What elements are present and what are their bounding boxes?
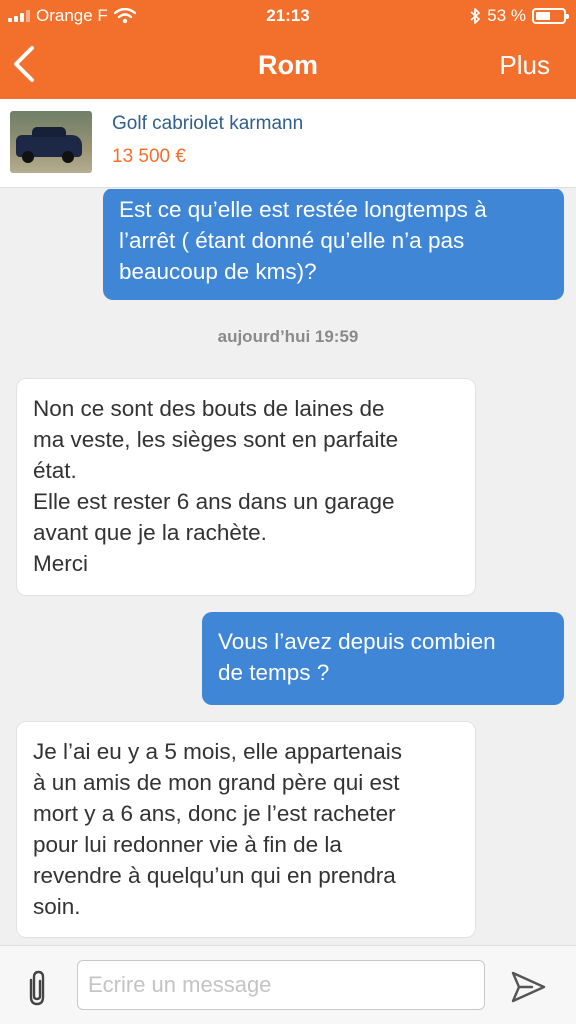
listing-thumbnail[interactable] [10, 111, 92, 173]
message-bubble-outgoing: Est ce qu’elle est restée longtemps à l’… [103, 189, 564, 300]
message-bubble-incoming: Non ce sont des bouts de laines de ma ve… [16, 378, 476, 596]
header: Orange F 21:13 53 % Rom Plus [0, 0, 576, 99]
conversation-title: Rom [258, 50, 318, 80]
status-bar: Orange F 21:13 53 % [0, 0, 576, 32]
message-list[interactable]: Est ce qu’elle est restée longtemps à l’… [0, 189, 576, 945]
date-separator: aujourd’hui 19:59 [217, 327, 359, 346]
bluetooth-icon [470, 8, 481, 24]
message-bubble-incoming: Je l’ai eu y a 5 mois, elle appartenais … [16, 721, 476, 938]
battery-level [536, 12, 550, 20]
more-button[interactable]: Plus [499, 50, 550, 81]
paperclip-icon[interactable] [22, 968, 52, 1008]
message-input[interactable] [77, 960, 485, 1010]
status-right: 53 % [469, 6, 569, 26]
nav-bar: Rom Plus [0, 32, 576, 99]
message-bubble-outgoing: Vous l’avez depuis combien de temps ? [202, 612, 564, 705]
listing-price: 13 500 € [112, 146, 186, 167]
listing-title[interactable]: Golf cabriolet karmann [112, 113, 303, 135]
message-composer [0, 945, 576, 1024]
battery-percent: 53 % [487, 6, 526, 25]
send-icon[interactable] [508, 968, 548, 1006]
battery-icon [532, 8, 569, 24]
listing-card[interactable]: Golf cabriolet karmann 13 500 € [0, 99, 576, 188]
